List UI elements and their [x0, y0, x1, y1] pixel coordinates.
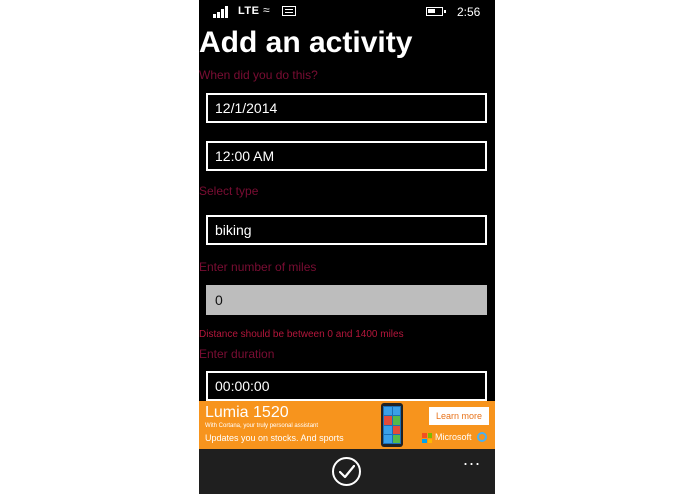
ad-brand: Microsoft	[435, 432, 472, 442]
signal-icon	[213, 6, 233, 18]
date-picker[interactable]: 12/1/2014	[206, 93, 487, 123]
ad-tagline: Updates you on stocks. And sports	[205, 433, 344, 443]
cortana-icon	[477, 432, 487, 442]
activity-type-select[interactable]: biking	[206, 215, 487, 245]
duration-label: Enter duration	[199, 347, 275, 361]
message-icon	[282, 6, 296, 16]
phone-screen: LTE ≈ 2:56 Add an activity When did you …	[199, 0, 495, 494]
status-time: 2:56	[457, 5, 481, 19]
check-circle-icon[interactable]	[332, 457, 361, 486]
more-options-button[interactable]: ...	[463, 449, 481, 470]
type-label: Select type	[199, 184, 259, 198]
miles-validation-hint: Distance should be between 0 and 1400 mi…	[199, 329, 404, 340]
ad-banner[interactable]: Lumia 1520 With Cortana, your truly pers…	[199, 401, 495, 449]
miles-input[interactable]: 0	[206, 285, 487, 315]
wifi-calling-icon: ≈	[263, 3, 270, 17]
microsoft-logo-icon	[422, 433, 432, 443]
ad-subtitle: With Cortana, your truly personal assist…	[205, 423, 319, 429]
battery-icon	[426, 7, 446, 16]
when-label: When did you do this?	[199, 68, 318, 82]
learn-more-button[interactable]: Learn more	[429, 407, 489, 425]
status-bar: LTE ≈ 2:56	[199, 0, 495, 24]
network-type: LTE	[238, 5, 260, 17]
phone-image	[381, 403, 403, 447]
page-title: Add an activity	[199, 26, 413, 59]
time-picker[interactable]: 12:00 AM	[206, 141, 487, 171]
app-bar: ...	[199, 449, 495, 494]
miles-label: Enter number of miles	[199, 260, 317, 274]
battery-level	[428, 9, 435, 13]
duration-input[interactable]: 00:00:00	[206, 371, 487, 401]
ad-title: Lumia 1520	[205, 404, 289, 421]
